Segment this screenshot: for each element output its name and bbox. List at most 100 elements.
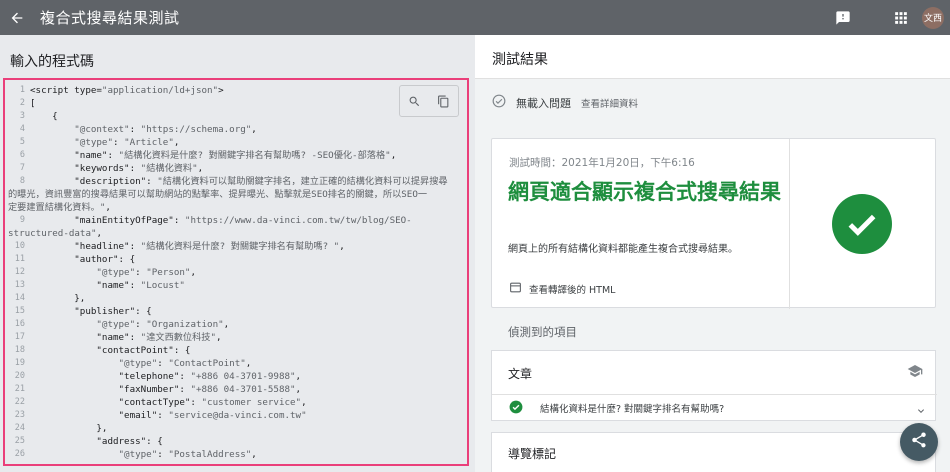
article-item-title: 文章 — [508, 367, 533, 381]
code-token: "@type" — [30, 449, 158, 460]
line-number: 13 — [14, 280, 25, 290]
code-line: 22 "contactType": "customer service", — [5, 396, 467, 409]
test-results-panel: 測試結果 無載入問題 查看詳細資料 測試時間：2021年1月20日，下午6:16… — [475, 35, 950, 472]
code-line: 1 <script type="application/ld+json"> — [5, 84, 467, 97]
code-text: "name": "Locust" — [30, 279, 185, 292]
code-line: 5 "@type": "Article", — [5, 136, 467, 149]
code-token: , — [390, 150, 397, 161]
code-token: "結構化資料可以幫助關鍵字排名，建立正確的結構化資料可以提昇搜尋 — [157, 176, 448, 187]
code-token: "結構化資料是什麼? 對關鍵字排名有幫助嗎? " — [140, 241, 340, 252]
code-text: structured-data", — [8, 227, 102, 240]
apps-grid-icon[interactable] — [890, 7, 912, 29]
share-button[interactable] — [900, 423, 938, 461]
code-token: : — [157, 449, 169, 460]
line-number: 21 — [14, 384, 25, 394]
view-rendered-html-button[interactable]: 查看轉譯後的 HTML — [509, 279, 615, 298]
code-token: , — [295, 371, 302, 382]
input-code-panel: 輸入的程式碼 1 <script type="application/ld+jso… — [0, 35, 475, 472]
code-token: , — [251, 124, 257, 135]
code-text: 的曝光，資訊豐富的搜尋結果可以幫助網站的點擊率、提昇曝光、點擊就是SEO排名的關… — [8, 188, 427, 201]
code-token: "name" — [30, 150, 108, 161]
code-token: , — [190, 267, 196, 278]
code-line: 6 "name": "結構化資料是什麼? 對關鍵字排名有幫助嗎? -SEO優化-… — [5, 149, 467, 162]
code-line: 18 "contactPoint": { — [5, 344, 467, 357]
code-text: "contactPoint": { — [30, 344, 190, 357]
code-line: 11 "author": { — [5, 253, 467, 266]
code-text: "@type": "PostalAddress", — [30, 448, 257, 461]
results-header: 測試結果 — [475, 35, 950, 79]
line-number: 9 — [19, 215, 25, 225]
code-text: "mainEntityOfPage": "https://www.da-vinc… — [30, 214, 411, 227]
code-token: "@type" — [30, 137, 113, 148]
code-token: : { — [135, 306, 152, 317]
code-text: "headline": "結構化資料是什麼? 對關鍵字排名有幫助嗎? ", — [30, 240, 345, 253]
line-number: 15 — [14, 306, 25, 316]
code-token: : — [129, 241, 141, 252]
school-cap-icon[interactable] — [907, 363, 923, 383]
code-token: "https://schema.org" — [140, 124, 252, 135]
code-token: : — [129, 332, 141, 343]
feedback-icon[interactable] — [832, 7, 854, 29]
code-token: , — [223, 319, 230, 330]
code-token: : — [146, 176, 158, 187]
code-text: [ — [30, 97, 36, 110]
code-token: "@context" — [30, 124, 130, 135]
code-text: "email": "service@da-vinci.com.tw" — [30, 409, 307, 422]
article-item-card: 文章 結構化資料是什麼? 對關鍵字排名有幫助嗎? — [491, 350, 937, 421]
code-line: 12 "@type": "Person", — [5, 266, 467, 279]
line-number: 4 — [19, 124, 25, 134]
code-token: "author" — [30, 254, 119, 265]
code-token: "Article" — [124, 137, 174, 148]
line-number: 11 — [14, 254, 25, 264]
code-token: , — [339, 241, 345, 252]
code-editor[interactable]: 1 <script type="application/ld+json"> 2[3 … — [3, 78, 469, 466]
line-number: 24 — [14, 423, 25, 433]
check-circle-outline-icon — [492, 93, 506, 112]
chevron-down-icon[interactable] — [915, 402, 927, 421]
code-token: : — [129, 163, 141, 174]
check-circle-icon — [509, 399, 523, 418]
result-description: 網頁上的所有結構化資料都能產生複合式搜尋結果。 — [508, 244, 738, 255]
view-details-link[interactable]: 查看詳細資料 — [581, 96, 638, 110]
code-line: 7 "keywords": "結構化資料", — [5, 162, 467, 175]
code-token: structured-data" — [8, 228, 97, 239]
code-token: , — [173, 137, 180, 148]
code-token: , — [245, 358, 252, 369]
search-icon[interactable] — [406, 92, 424, 110]
results-title: 測試結果 — [492, 52, 548, 68]
code-token: "@type" — [30, 319, 136, 330]
code-token: "customer service" — [201, 397, 302, 408]
code-line: 24 }, — [5, 422, 467, 435]
code-text: "name": "達文西數位科技", — [30, 331, 221, 344]
code-token: "keywords" — [30, 163, 130, 174]
code-line: 20 "telephone": "+886 04-3701-9988", — [5, 370, 467, 383]
code-token: "publisher" — [30, 306, 136, 317]
code-line: 14 }, — [5, 292, 467, 305]
code-token: "application/ld+json" — [101, 85, 219, 96]
code-content[interactable]: 1 <script type="application/ld+json"> 2[3 … — [5, 80, 467, 464]
status-label: 無載入問題 — [516, 96, 571, 110]
code-text: <script type="application/ld+json"> — [30, 84, 224, 97]
code-token: { — [30, 111, 58, 122]
code-token: : — [129, 124, 141, 135]
line-number: 26 — [14, 449, 25, 459]
arrow-back-icon[interactable] — [8, 9, 26, 27]
code-text: "@type": "ContactPoint", — [30, 357, 252, 370]
copy-icon[interactable] — [435, 92, 453, 110]
code-token: 定要建置結構化資料。" — [8, 202, 106, 213]
code-token: "+886 04-3701-5588" — [190, 384, 296, 395]
app-bar: 複合式搜尋結果測試 文西 — [0, 0, 950, 35]
code-text: "@context": "https://schema.org", — [30, 123, 257, 136]
card-separator — [492, 394, 937, 395]
code-token: > — [218, 85, 224, 96]
code-line: structured-data", — [5, 227, 467, 240]
code-line: 10 "headline": "結構化資料是什麼? 對關鍵字排名有幫助嗎? ", — [5, 240, 467, 253]
code-token: "mainEntityOfPage" — [30, 215, 174, 226]
line-number: 17 — [14, 332, 25, 342]
avatar[interactable]: 文西 — [922, 6, 944, 29]
code-token: : — [135, 319, 147, 330]
line-number: 25 — [14, 436, 25, 446]
code-token: "+886 04-3701-9988" — [190, 371, 296, 382]
article-entry-row[interactable]: 結構化資料是什麼? 對關鍵字排名有幫助嗎? — [509, 398, 927, 418]
code-token: , — [251, 449, 257, 460]
